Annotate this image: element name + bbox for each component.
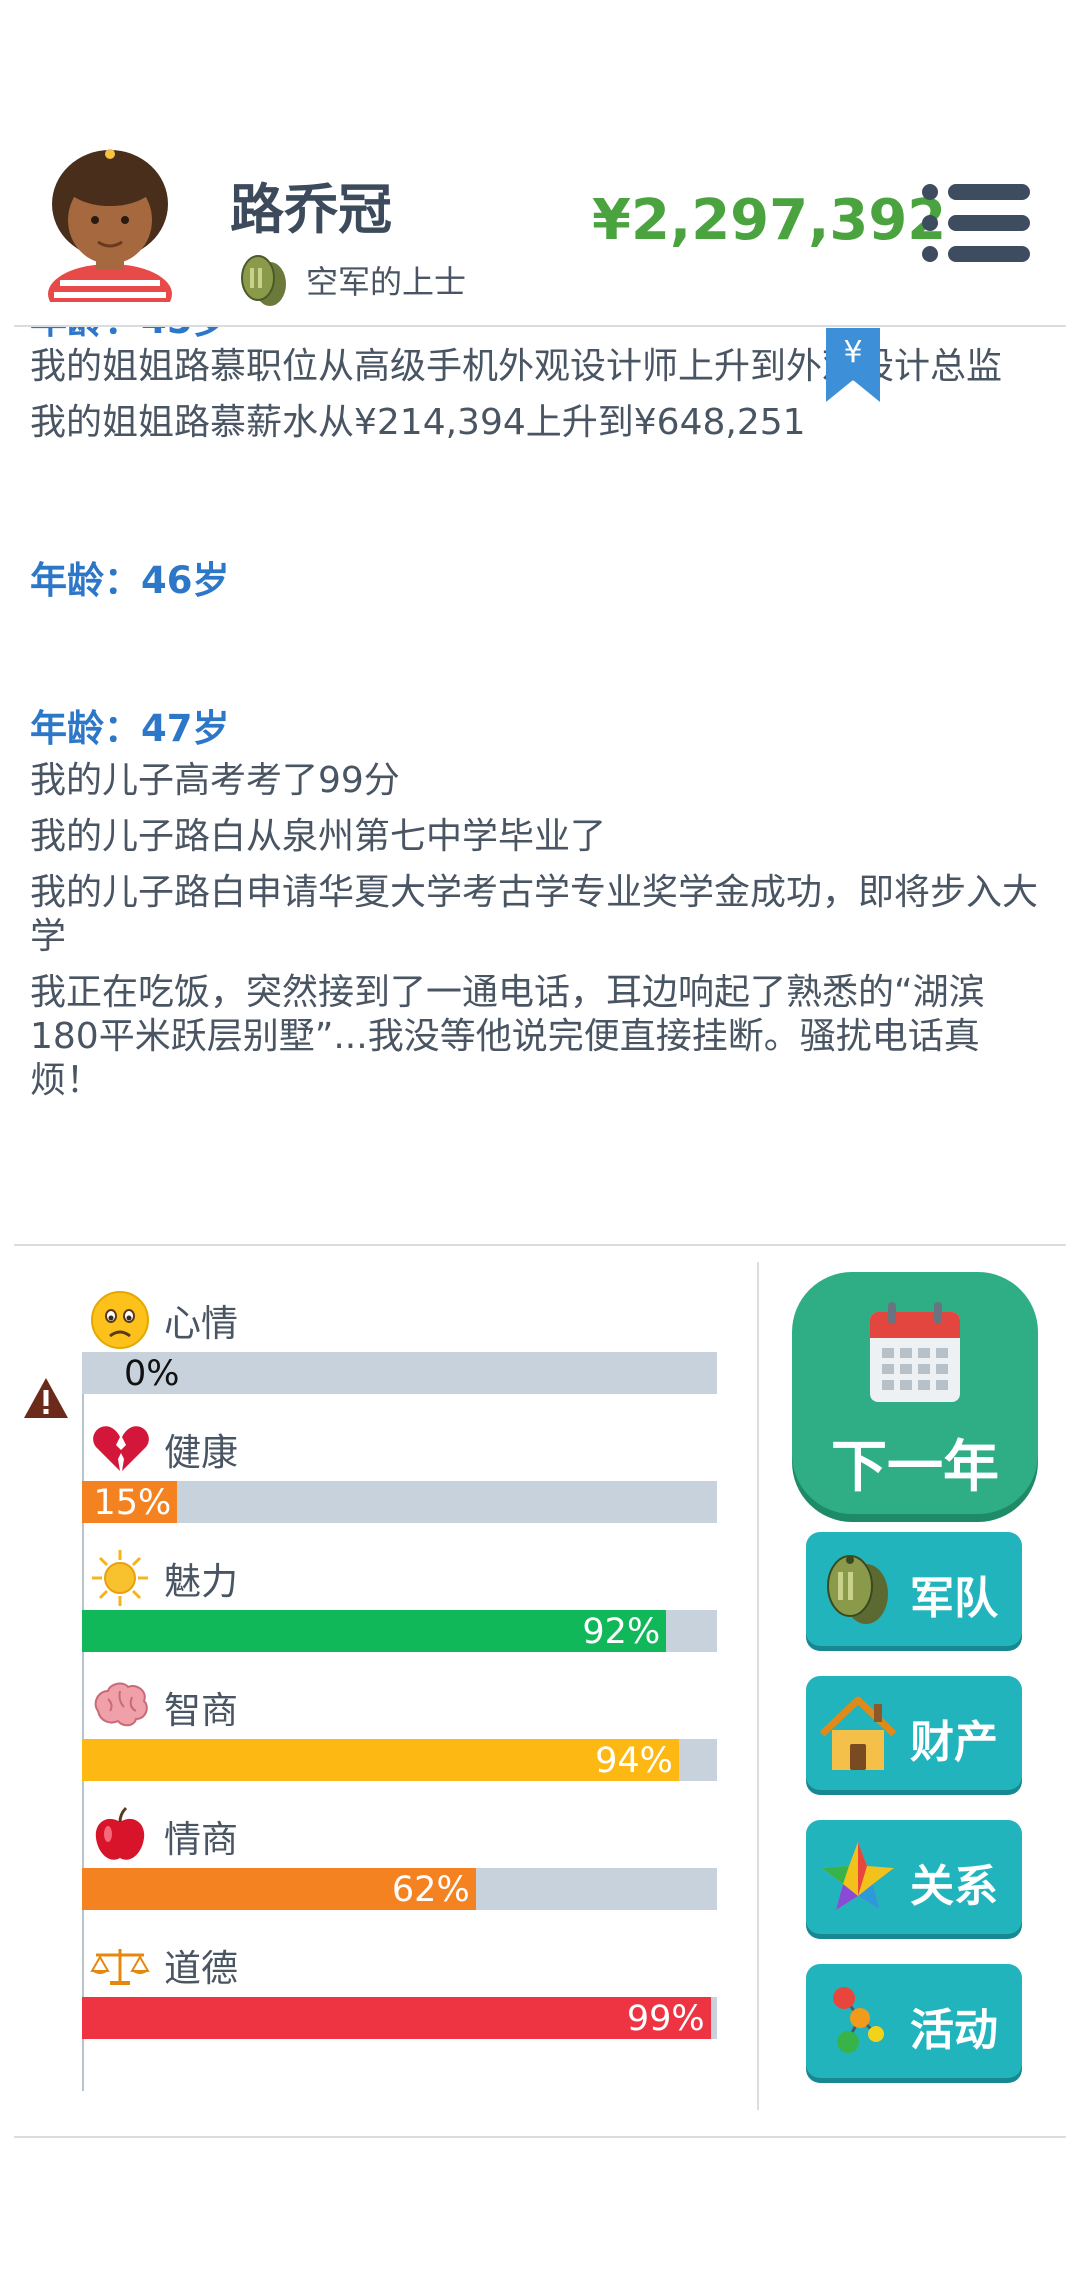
stat-bar: 92% (82, 1610, 717, 1652)
header: 路乔冠 空军的上士 ¥2,297,392 (0, 0, 1080, 325)
stat-percent: 94% (595, 1741, 673, 1781)
log-entry: 我的儿子路白申请华夏大学考古学专业奖学金成功，即将步入大学 (30, 872, 1039, 957)
stat-eq: 情商 62% (82, 1806, 717, 1936)
activities-button[interactable]: 活动 (806, 1964, 1022, 2078)
log-entry: 我正在吃饭，突然接到了一通电话，耳边响起了熟悉的“湖滨180平米跃层别墅”...… (30, 972, 985, 1101)
dog-tag-icon (827, 1555, 888, 1624)
stats-panel: 心情 0% 健康 15% 魅力 92% 智商 94% 情商 62% 道德 99% (0, 1262, 750, 2112)
stat-label: 魅力 (164, 1560, 238, 1603)
activity-dots-icon (833, 1987, 884, 2053)
stat-bar: 99% (82, 1997, 717, 2039)
stat-percent: 0% (124, 1354, 180, 1394)
apple-icon (95, 1806, 145, 1860)
stat-bar: 15% (82, 1481, 717, 1523)
rank-row: 空军的上士 (236, 252, 466, 308)
stat-label: 情商 (164, 1818, 238, 1861)
menu-icon[interactable] (920, 182, 1032, 264)
stat-percent: 92% (582, 1612, 661, 1652)
property-button[interactable]: 财产 (806, 1676, 1022, 1790)
stat-label: 智商 (164, 1689, 238, 1732)
log-entry: 我的儿子路白从泉州第七中学毕业了 (30, 816, 607, 857)
life-log-content: 年龄：45岁 我的姐姐路慕职位从高级手机外观设计师上升到外观设计总监 我的姐姐路… (30, 327, 1050, 1115)
avatar[interactable] (40, 142, 180, 302)
scales-icon (90, 1949, 150, 1985)
stat-charm: 魅力 92% (82, 1548, 717, 1678)
sad-face-icon (91, 1291, 149, 1349)
calendar-icon (870, 1302, 960, 1402)
stat-bar: 0% (82, 1352, 717, 1394)
player-name: 路乔冠 (230, 178, 392, 241)
sun-icon (92, 1550, 148, 1606)
stat-health: 健康 15% (82, 1419, 717, 1549)
stat-mood: 心情 0% (82, 1290, 717, 1420)
relations-label: 关系 (910, 1861, 998, 1912)
stat-iq: 智商 94% (82, 1677, 717, 1807)
log-entry: 我的姐姐路慕薪水从¥214,394上升到¥648,251 (30, 402, 806, 443)
bookmark-yuan-icon[interactable]: ¥ (824, 328, 882, 402)
house-icon (820, 1696, 896, 1770)
age-heading-46: 年龄：46岁 (30, 559, 230, 602)
stat-percent: 99% (626, 1999, 705, 2039)
next-year-button[interactable]: 下一年 (792, 1272, 1038, 1514)
broken-heart-icon (93, 1426, 149, 1471)
stat-bar: 62% (82, 1868, 717, 1910)
next-year-label: 下一年 (831, 1435, 999, 1500)
log-entry: 我的姐姐路慕职位从高级手机外观设计师上升到外观设计总监 (30, 346, 1003, 387)
bottom-divider (14, 2136, 1066, 2138)
age-heading-45: 年龄：45岁 (30, 327, 1050, 345)
stat-bar: 94% (82, 1739, 717, 1781)
dog-tag-icon (241, 255, 286, 306)
stat-label: 道德 (164, 1947, 238, 1990)
life-log[interactable]: 年龄：45岁 我的姐姐路慕职位从高级手机外观设计师上升到外观设计总监 我的姐姐路… (0, 327, 1080, 1197)
vertical-divider (757, 1262, 759, 2110)
age-heading-47: 年龄：47岁 (30, 707, 230, 750)
stat-percent: 62% (391, 1870, 470, 1910)
activities-label: 活动 (910, 2005, 998, 2056)
brain-icon (94, 1682, 148, 1727)
stat-morality: 道德 99% (82, 1935, 717, 2065)
property-label: 财产 (910, 1717, 998, 1768)
relations-button[interactable]: 关系 (806, 1820, 1022, 1934)
military-label: 军队 (910, 1573, 998, 1624)
stat-percent: 15% (93, 1483, 172, 1523)
log-entry: 我的儿子高考考了99分 (30, 760, 400, 801)
warning-icon (24, 1378, 68, 1418)
star-icon (822, 1842, 894, 1910)
player-rank: 空军的上士 (306, 263, 467, 301)
money-display: ¥2,297,392 (592, 188, 947, 253)
military-button[interactable]: 军队 (806, 1532, 1022, 1646)
stat-label: 心情 (164, 1302, 238, 1345)
section-divider (14, 1244, 1066, 1246)
stat-label: 健康 (164, 1431, 238, 1474)
bookmark-label: ¥ (843, 335, 862, 370)
